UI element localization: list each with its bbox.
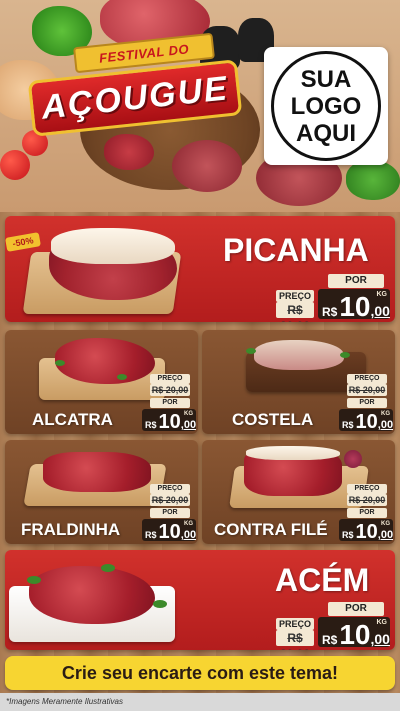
currency: R$	[322, 633, 338, 647]
product-name: COSTELA	[232, 410, 314, 429]
old-price: R$ 20,00	[276, 302, 314, 322]
alcatra-image	[55, 338, 155, 384]
herb-leaf	[340, 352, 350, 358]
old-price: R$ 20,00	[276, 630, 314, 650]
product-card-contra-file[interactable]: CONTRA FILÉ PREÇO R$ 20,00 POR R$ 10 ,00…	[202, 440, 395, 544]
product-name: ACÉM	[275, 562, 370, 598]
old-price: R$ 20,00	[150, 384, 190, 396]
fraldinha-image	[43, 452, 151, 492]
product-name: CONTRA FILÉ	[214, 520, 328, 539]
old-price: R$ 20,00	[347, 384, 387, 396]
por-label: POR	[328, 274, 384, 288]
price-decimal: ,00	[180, 529, 197, 541]
preco-label: PREÇO	[150, 374, 190, 384]
unit-label: KG	[184, 411, 193, 417]
por-label: POR	[328, 602, 384, 616]
preco-label: PREÇO	[276, 618, 314, 630]
costela-image	[254, 340, 344, 370]
currency: R$	[145, 420, 157, 430]
current-price: R$ 10 ,00 KG	[318, 617, 390, 650]
price-tag: PREÇO R$ 20,00 POR R$ 10 ,00 KG	[142, 374, 196, 432]
herb-leaf	[153, 600, 167, 608]
logo-line: LOGO	[290, 92, 362, 120]
price-decimal: ,00	[377, 419, 394, 431]
preco-label: PREÇO	[276, 290, 314, 302]
product-card-picanha[interactable]: PICANHA POR PREÇO R$ 20,00 R$ 10 ,00 KG	[5, 216, 395, 322]
price-integer: 10	[158, 521, 181, 543]
herb-leaf	[246, 348, 256, 354]
herb-leaf	[101, 564, 115, 572]
product-name: ALCATRA	[32, 410, 113, 429]
por-label: POR	[347, 508, 387, 518]
herb-leaf	[117, 374, 127, 380]
festival-title: FESTIVAL DO	[98, 40, 190, 66]
product-card-fraldinha[interactable]: FRALDINHA PREÇO R$ 20,00 POR R$ 10 ,00 K…	[5, 440, 198, 544]
fat-cap	[51, 228, 175, 264]
ground-meat-image	[104, 134, 154, 170]
tomato-image	[0, 150, 30, 180]
product-card-costela[interactable]: COSTELA PREÇO R$ 20,00 POR R$ 10 ,00 KG	[202, 330, 395, 434]
price-integer: 10	[355, 521, 378, 543]
logo-placeholder[interactable]: SUA LOGO AQUI	[264, 47, 388, 165]
price-tag: POR PREÇO R$ 20,00 R$ 10 ,00 KG	[276, 272, 391, 322]
old-price: R$ 20,00	[150, 494, 190, 506]
por-label: POR	[150, 508, 190, 518]
product-card-alcatra[interactable]: ALCATRA PREÇO R$ 20,00 POR R$ 10 ,00 KG	[5, 330, 198, 434]
current-price: R$ 10 ,00 KG	[142, 409, 197, 433]
por-label: POR	[347, 398, 387, 408]
current-price: R$ 10 ,00 KG	[142, 519, 197, 543]
herb-leaf	[55, 360, 65, 366]
product-name: PICANHA	[223, 232, 369, 268]
acougue-title: AÇOUGUE	[39, 68, 231, 127]
currency: R$	[145, 530, 157, 540]
price-integer: 10	[339, 291, 371, 322]
logo-line: AQUI	[296, 119, 356, 147]
hero-banner: FESTIVAL DO AÇOUGUE SUA LOGO AQUI	[0, 0, 400, 212]
onion-image	[344, 450, 362, 468]
current-price: R$ 10 ,00 KG	[339, 409, 394, 433]
price-decimal: ,00	[180, 419, 197, 431]
logo-circle: SUA LOGO AQUI	[271, 51, 381, 161]
price-tag: POR PREÇO R$ 20,00 R$ 10 ,00 KG	[276, 600, 391, 650]
herb-image	[346, 160, 400, 200]
cta-label: Crie seu encarte com este tema!	[61, 662, 339, 683]
fat-cap	[246, 446, 340, 460]
price-tag: PREÇO R$ 20,00 POR R$ 10 ,00 KG	[339, 374, 393, 432]
currency: R$	[342, 530, 354, 540]
preco-label: PREÇO	[347, 374, 387, 384]
create-flyer-button[interactable]: Crie seu encarte com este tema!	[5, 656, 395, 690]
unit-label: KG	[381, 411, 390, 417]
old-price: R$ 20,00	[347, 494, 387, 506]
currency: R$	[322, 305, 338, 319]
unit-label: KG	[381, 521, 390, 527]
price-integer: 10	[158, 411, 181, 433]
current-price: R$ 10 ,00 KG	[318, 289, 390, 322]
unit-label: KG	[376, 291, 388, 298]
price-integer: 10	[355, 411, 378, 433]
currency: R$	[342, 420, 354, 430]
herb-leaf	[27, 576, 41, 584]
product-name: FRALDINHA	[21, 520, 121, 539]
preco-label: PREÇO	[347, 484, 387, 494]
price-decimal: ,00	[370, 303, 390, 319]
price-decimal: ,00	[370, 631, 390, 647]
disclaimer-note: *Imagens Meramente Ilustrativas	[0, 693, 400, 711]
unit-label: KG	[376, 619, 388, 626]
price-integer: 10	[339, 619, 371, 650]
acem-image	[29, 566, 155, 624]
current-price: R$ 10 ,00 KG	[339, 519, 394, 543]
product-card-acem[interactable]: ACÉM POR PREÇO R$ 20,00 R$ 10 ,00 KG	[5, 550, 395, 650]
por-label: POR	[150, 398, 190, 408]
price-decimal: ,00	[377, 529, 394, 541]
preco-label: PREÇO	[150, 484, 190, 494]
price-tag: PREÇO R$ 20,00 POR R$ 10 ,00 KG	[339, 484, 393, 542]
burger-patty-image	[172, 140, 242, 192]
unit-label: KG	[184, 521, 193, 527]
logo-line: SUA	[300, 65, 352, 93]
price-tag: PREÇO R$ 20,00 POR R$ 10 ,00 KG	[142, 484, 196, 542]
